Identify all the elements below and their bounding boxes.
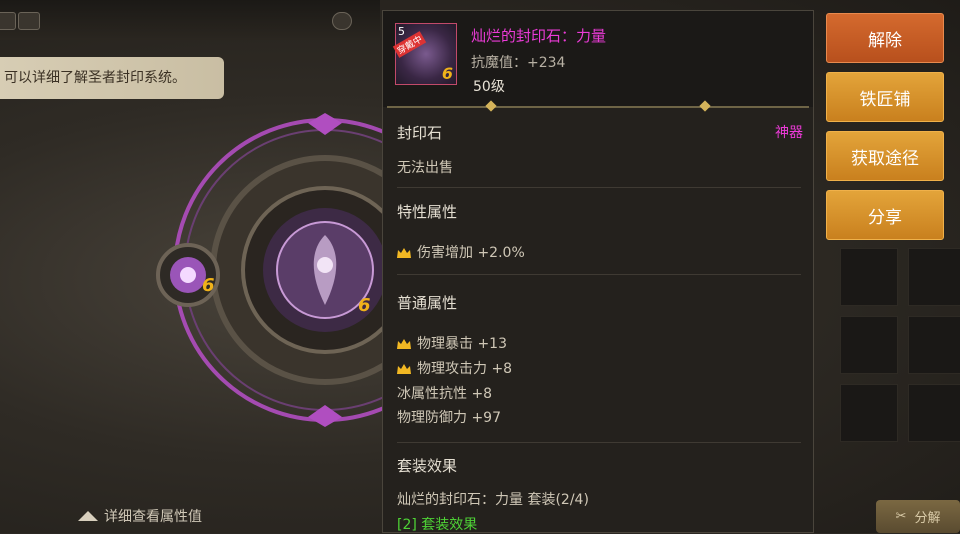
inventory-slot[interactable] (840, 248, 898, 306)
seal-slot-ring: 6 6 (150, 105, 477, 445)
decompose-label: 分解 (914, 511, 941, 526)
item-name: 灿烂的封印石：力量 (471, 27, 607, 45)
remove-button[interactable]: 解除 (826, 13, 944, 63)
decompose-button[interactable]: ✂ 分解 (876, 500, 960, 533)
item-type: 封印石 (397, 124, 443, 142)
divider (397, 274, 801, 275)
slot-grade-label: 6 (202, 275, 215, 296)
divider (397, 442, 801, 443)
seal-ring-graphic (156, 113, 477, 427)
item-level: 50级 (473, 79, 505, 95)
view-details-label: 详细查看属性值 (104, 509, 202, 525)
special-attrs-title: 特性属性 (397, 203, 458, 221)
set-effect-title: 套装效果 (397, 457, 458, 475)
inventory-slot[interactable] (840, 384, 898, 442)
inventory-slot[interactable] (840, 316, 898, 374)
seal-stone-icon: 5 穿戴中 6 (392, 23, 457, 85)
inventory-grid (826, 248, 960, 468)
back-icon[interactable] (0, 12, 16, 30)
set-name: 灿烂的封印石：力量 套装(2/4) (397, 492, 589, 508)
inventory-slot[interactable] (908, 248, 960, 306)
top-bar (0, 0, 380, 40)
crown-icon (397, 339, 411, 349)
blacksmith-button[interactable]: 铁匠铺 (826, 72, 944, 122)
item-tooltip: 5 穿戴中 6 灿烂的封印石：力量 抗魔值：+234 50级 封印石 神器 无法… (382, 10, 814, 533)
center-grade-label: 6 (358, 295, 371, 316)
normal-attr: 物理防御力 +97 (397, 410, 501, 426)
normal-attrs-title: 普通属性 (397, 294, 458, 312)
icon-grade: 6 (441, 64, 453, 83)
normal-attr: 物理暴击 +13 (397, 333, 507, 353)
rarity-badge: 神器 (775, 125, 803, 141)
crown-icon (397, 364, 411, 374)
source-button[interactable]: 获取途径 (826, 131, 944, 181)
scissors-icon: ✂ (895, 509, 907, 524)
up-arrow-icon (78, 511, 98, 521)
menu-icon[interactable] (18, 12, 40, 30)
tutorial-notice: 可以详细了解圣者封印系统。 (0, 57, 224, 99)
normal-attr: 物理攻击力 +8 (397, 358, 512, 378)
crown-icon (397, 248, 411, 258)
magic-resist: 抗魔值：+234 (471, 55, 566, 71)
header-divider (387, 100, 809, 112)
inventory-slot[interactable] (908, 384, 960, 442)
currency-icon (332, 12, 352, 30)
sell-status: 无法出售 (397, 160, 453, 176)
icon-level: 5 (398, 25, 405, 38)
tooltip-header: 5 穿戴中 6 灿烂的封印石：力量 抗魔值：+234 50级 (383, 11, 813, 107)
inventory-slot[interactable] (908, 316, 960, 374)
normal-attr: 冰属性抗性 +8 (397, 386, 493, 402)
view-details-link[interactable]: 详细查看属性值 (78, 506, 202, 526)
divider (397, 187, 801, 188)
set-bonus: [2] 套装效果 (397, 517, 478, 533)
special-attr: 伤害增加 +2.0% (397, 242, 525, 262)
share-button[interactable]: 分享 (826, 190, 944, 240)
